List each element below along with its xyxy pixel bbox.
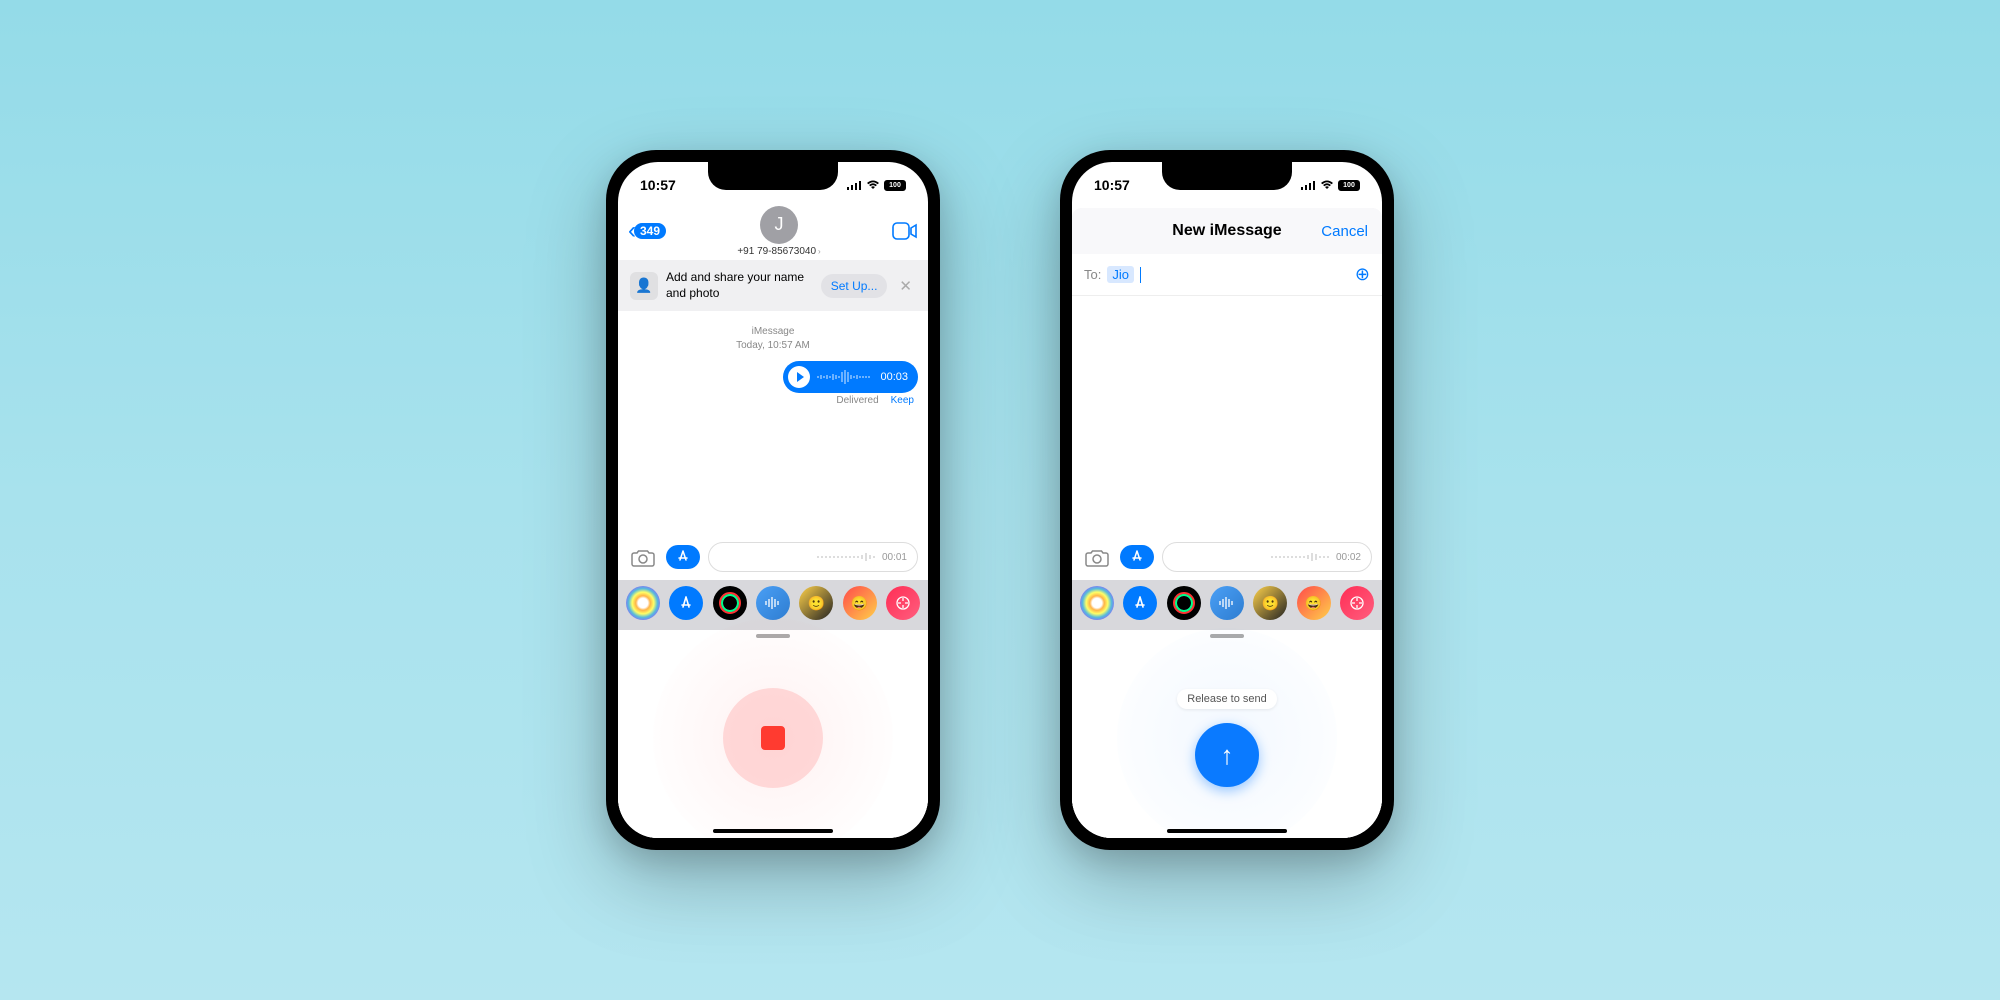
app-strip[interactable]: 🙂 😄 [1072, 580, 1382, 630]
recording-timer: 00:01 [882, 552, 907, 563]
banner-text: Add and share your name and photo [666, 270, 813, 301]
video-call-button[interactable] [892, 222, 918, 240]
contact-avatar: J [760, 206, 798, 244]
add-contact-button[interactable]: ⊕ [1355, 264, 1370, 285]
status-icons: 100 [1301, 180, 1360, 191]
camera-button[interactable] [628, 544, 658, 570]
sent-message: 00:03 [618, 353, 928, 393]
thread-date-header: iMessage Today, 10:57 AM [618, 325, 928, 353]
new-message-sheet: New iMessage Cancel To: Jio ⊕ 00:02 [1072, 208, 1382, 838]
to-field[interactable]: To: Jio ⊕ [1072, 254, 1382, 296]
sheet-title: New iMessage [1172, 222, 1281, 240]
message-status: Delivered Keep [618, 393, 928, 406]
keep-button[interactable]: Keep [891, 395, 914, 406]
unread-badge: 349 [634, 223, 666, 239]
setup-button[interactable]: Set Up... [821, 274, 888, 298]
arrow-up-icon: ↑ [1221, 740, 1234, 771]
send-panel: Release to send ↑ [1072, 638, 1382, 838]
status-time: 10:57 [1094, 177, 1154, 193]
waveform-icon [816, 369, 874, 385]
play-icon [797, 372, 804, 382]
battery-icon: 100 [884, 180, 906, 191]
record-panel [618, 638, 928, 838]
close-icon[interactable]: ✕ [895, 277, 916, 295]
release-hint: Release to send [1177, 689, 1277, 709]
cellular-icon [1301, 180, 1316, 190]
cancel-button[interactable]: Cancel [1321, 223, 1368, 240]
recording-waveform-icon [816, 552, 876, 562]
images-app-icon[interactable] [1340, 586, 1374, 620]
battery-icon: 100 [1338, 180, 1360, 191]
photos-app-icon[interactable] [1080, 586, 1114, 620]
message-input[interactable]: 00:02 [1162, 542, 1372, 572]
compose-area: 00:02 🙂 😄 Release to send [1072, 534, 1382, 838]
recipient-token[interactable]: Jio [1107, 266, 1134, 283]
home-indicator[interactable] [713, 829, 833, 833]
camera-button[interactable] [1082, 544, 1112, 570]
photos-app-icon[interactable] [626, 586, 660, 620]
compose-row: 00:01 [618, 534, 928, 580]
message-input[interactable]: 00:01 [708, 542, 918, 572]
recording-timer: 00:02 [1336, 552, 1361, 563]
screen: 10:57 100 New iMessage Cancel To: Jio ⊕ [1072, 162, 1382, 838]
name-photo-banner: 👤 Add and share your name and photo Set … [618, 260, 928, 311]
status-time: 10:57 [640, 177, 700, 193]
recording-waveform-icon [1270, 552, 1330, 562]
animoji-app-icon[interactable]: 😄 [1297, 586, 1331, 620]
memoji-app-icon[interactable]: 🙂 [799, 586, 833, 620]
memoji-app-icon[interactable]: 🙂 [1253, 586, 1287, 620]
chevron-right-icon: › [818, 247, 821, 256]
appstore-app-icon[interactable] [1123, 586, 1157, 620]
audio-duration: 00:03 [880, 371, 908, 383]
audio-message-bubble[interactable]: 00:03 [783, 361, 918, 393]
contact-name: +91 79-85673040 › [737, 246, 820, 257]
compose-row: 00:02 [1072, 534, 1382, 580]
wifi-icon [866, 180, 880, 190]
images-app-icon[interactable] [886, 586, 920, 620]
phone-left: 10:57 100 ‹ 349 J +91 79-85673040 › [606, 150, 940, 850]
audio-message-app-icon[interactable] [1210, 586, 1244, 620]
audio-message-app-icon[interactable] [756, 586, 790, 620]
appstore-app-icon[interactable] [669, 586, 703, 620]
sheet-header: New iMessage Cancel [1072, 208, 1382, 254]
conversation-header: ‹ 349 J +91 79-85673040 › [618, 202, 928, 260]
app-store-button[interactable] [1120, 545, 1154, 569]
back-button[interactable]: ‹ 349 [628, 217, 666, 245]
app-store-button[interactable] [666, 545, 700, 569]
message-thread-empty[interactable] [1072, 296, 1382, 534]
stop-icon [761, 726, 785, 750]
send-button[interactable]: ↑ [1195, 723, 1259, 787]
stop-record-button[interactable] [723, 688, 823, 788]
contact-info[interactable]: J +91 79-85673040 › [737, 206, 820, 257]
notch [1162, 162, 1292, 190]
compose-area: 00:01 🙂 😄 [618, 534, 928, 838]
screen: 10:57 100 ‹ 349 J +91 79-85673040 › [618, 162, 928, 838]
delivered-label: Delivered [836, 395, 878, 406]
animoji-app-icon[interactable]: 😄 [843, 586, 877, 620]
notch [708, 162, 838, 190]
text-cursor [1140, 267, 1141, 283]
profile-icon: 👤 [630, 272, 658, 300]
fitness-app-icon[interactable] [713, 586, 747, 620]
fitness-app-icon[interactable] [1167, 586, 1201, 620]
message-thread[interactable]: iMessage Today, 10:57 AM 00:03 Delivered… [618, 311, 928, 534]
cellular-icon [847, 180, 862, 190]
to-label: To: [1084, 267, 1101, 282]
wifi-icon [1320, 180, 1334, 190]
home-indicator[interactable] [1167, 829, 1287, 833]
play-button[interactable] [788, 366, 810, 388]
status-icons: 100 [847, 180, 906, 191]
phone-right: 10:57 100 New iMessage Cancel To: Jio ⊕ [1060, 150, 1394, 850]
